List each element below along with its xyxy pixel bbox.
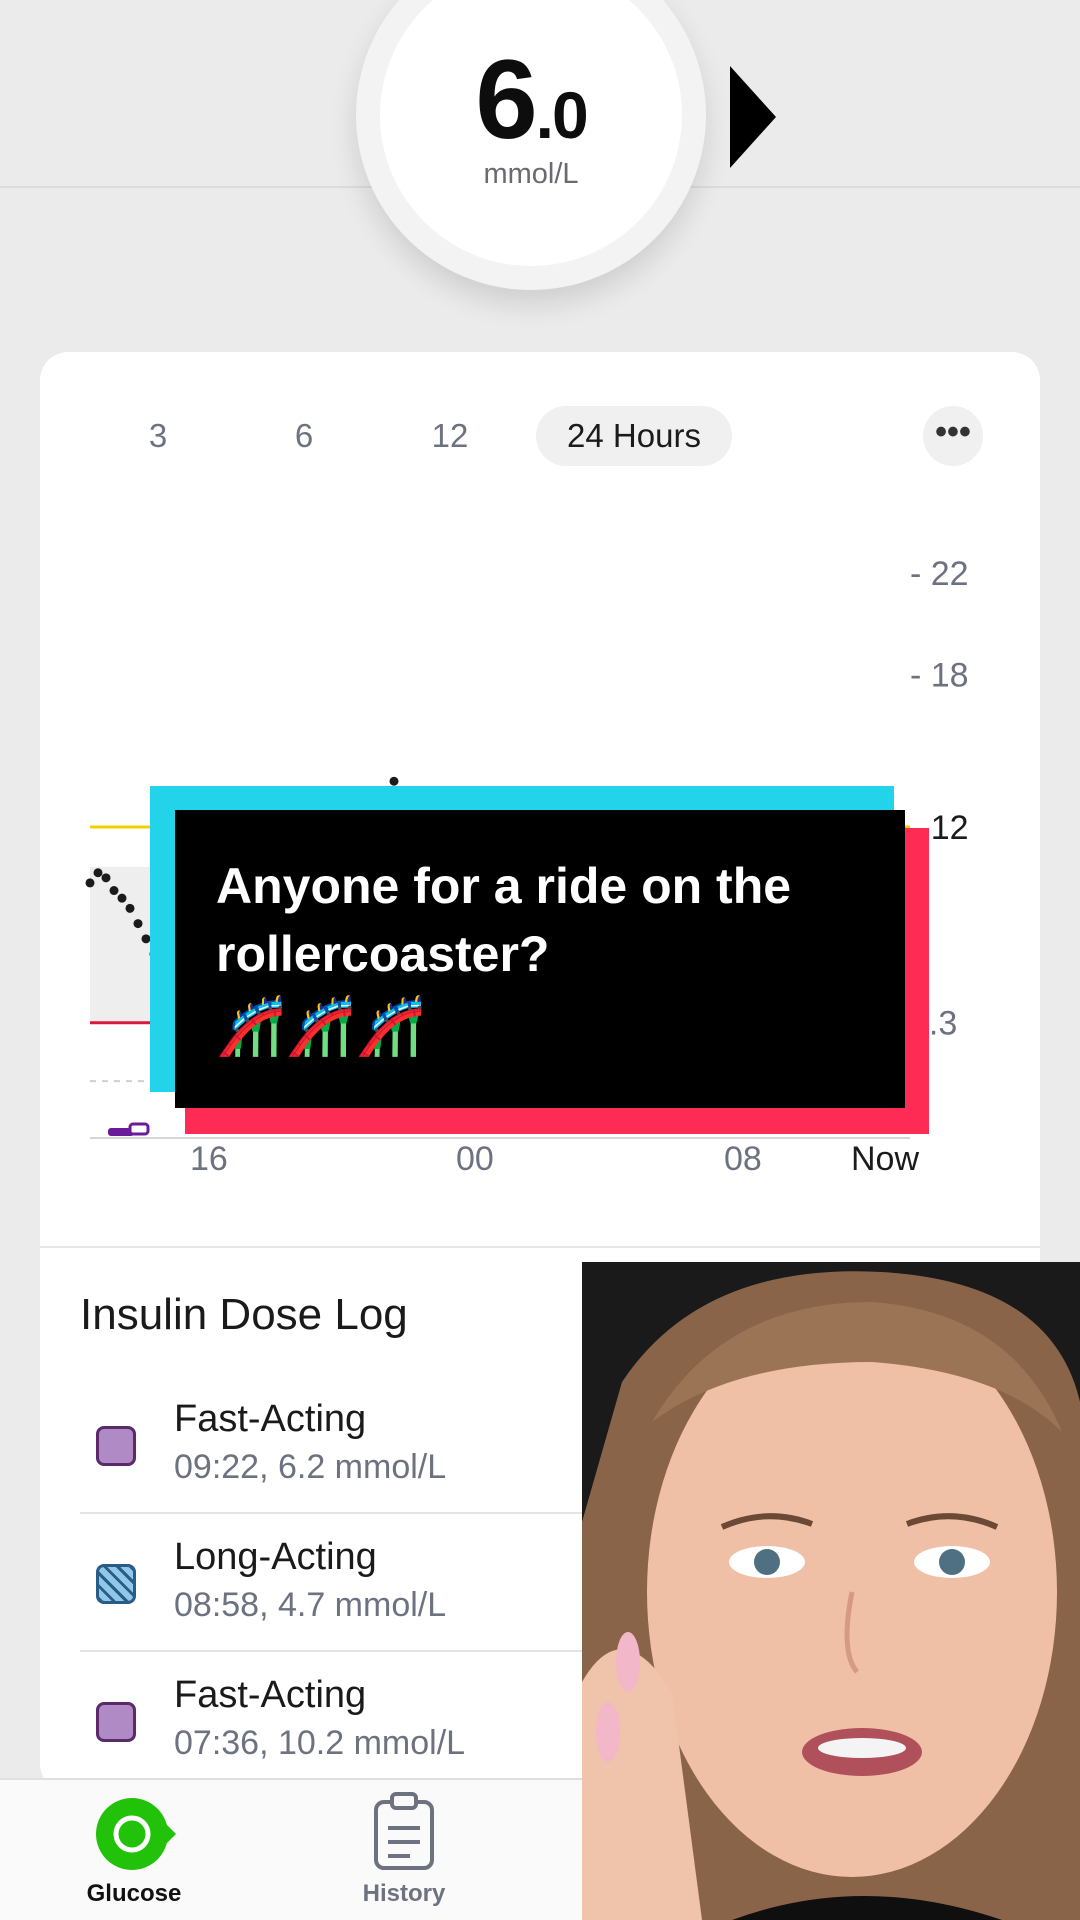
reading-value-int: 6	[475, 37, 537, 162]
glucose-point	[133, 919, 143, 929]
current-reading[interactable]: 6.0 mmol/L	[356, 0, 706, 290]
target-range-band	[90, 867, 150, 1023]
x-tick-label: 16	[190, 1140, 228, 1178]
glucose-point	[93, 868, 103, 878]
fast-acting-icon	[96, 1426, 136, 1466]
glucose-point	[85, 878, 95, 888]
nav-label: Glucose	[86, 1880, 182, 1907]
card-divider	[40, 1246, 1040, 1248]
caption-text: Anyone for a ride on the rollercoaster?	[216, 858, 792, 982]
presenter-face-image	[582, 1262, 1080, 1920]
x-tick-label: 08	[724, 1140, 762, 1178]
glucose-icon	[96, 1798, 176, 1870]
nav-glucose[interactable]: Glucose	[34, 1780, 234, 1920]
nav-label: History	[362, 1880, 446, 1907]
log-item-name: Long-Acting	[174, 1536, 377, 1578]
clipboard-icon	[374, 1792, 434, 1870]
log-item-detail: 08:58, 4.7 mmol/L	[174, 1586, 447, 1624]
tab-12-hours[interactable]: 12	[412, 406, 488, 466]
x-tick-label: Now	[851, 1140, 920, 1178]
reading-value: 6.0	[356, 44, 706, 156]
log-item-name: Fast-Acting	[174, 1674, 367, 1716]
range-tabs: 3 6 12 24 Hours	[40, 406, 1040, 466]
insulin-marker	[128, 1122, 150, 1136]
y-tick-label: - 18	[910, 657, 969, 695]
glucose-point	[109, 886, 119, 896]
nav-history[interactable]: History	[304, 1780, 504, 1920]
tab-6-hours[interactable]: 6	[278, 406, 330, 466]
glucose-point	[125, 903, 135, 913]
reading-value-decimal: .0	[535, 78, 589, 152]
glucose-point	[101, 873, 111, 883]
trend-arrow-icon	[730, 66, 776, 168]
chart-x-labels: 16 00 08 Now	[0, 1140, 1080, 1186]
tab-3-hours[interactable]: 3	[132, 406, 184, 466]
rollercoaster-emoji: 🎢🎢🎢	[216, 994, 426, 1057]
long-acting-icon	[96, 1564, 136, 1604]
log-item-detail: 09:22, 6.2 mmol/L	[174, 1448, 447, 1486]
x-tick-label: 00	[456, 1140, 494, 1178]
fast-acting-icon	[96, 1702, 136, 1742]
insulin-log-title: Insulin Dose Log	[80, 1290, 408, 1339]
log-item-name: Fast-Acting	[174, 1398, 367, 1440]
tab-24-hours[interactable]: 24 Hours	[536, 406, 732, 466]
presenter-video-inset	[582, 1262, 1080, 1920]
reading-unit: mmol/L	[483, 158, 579, 190]
glucose-point	[117, 893, 127, 903]
more-options-button[interactable]: •••	[923, 406, 983, 466]
glucose-point	[389, 776, 399, 786]
log-item-detail: 07:36, 10.2 mmol/L	[174, 1724, 466, 1762]
y-tick-label: - 22	[910, 555, 969, 593]
ellipsis-icon: •••	[935, 413, 971, 451]
